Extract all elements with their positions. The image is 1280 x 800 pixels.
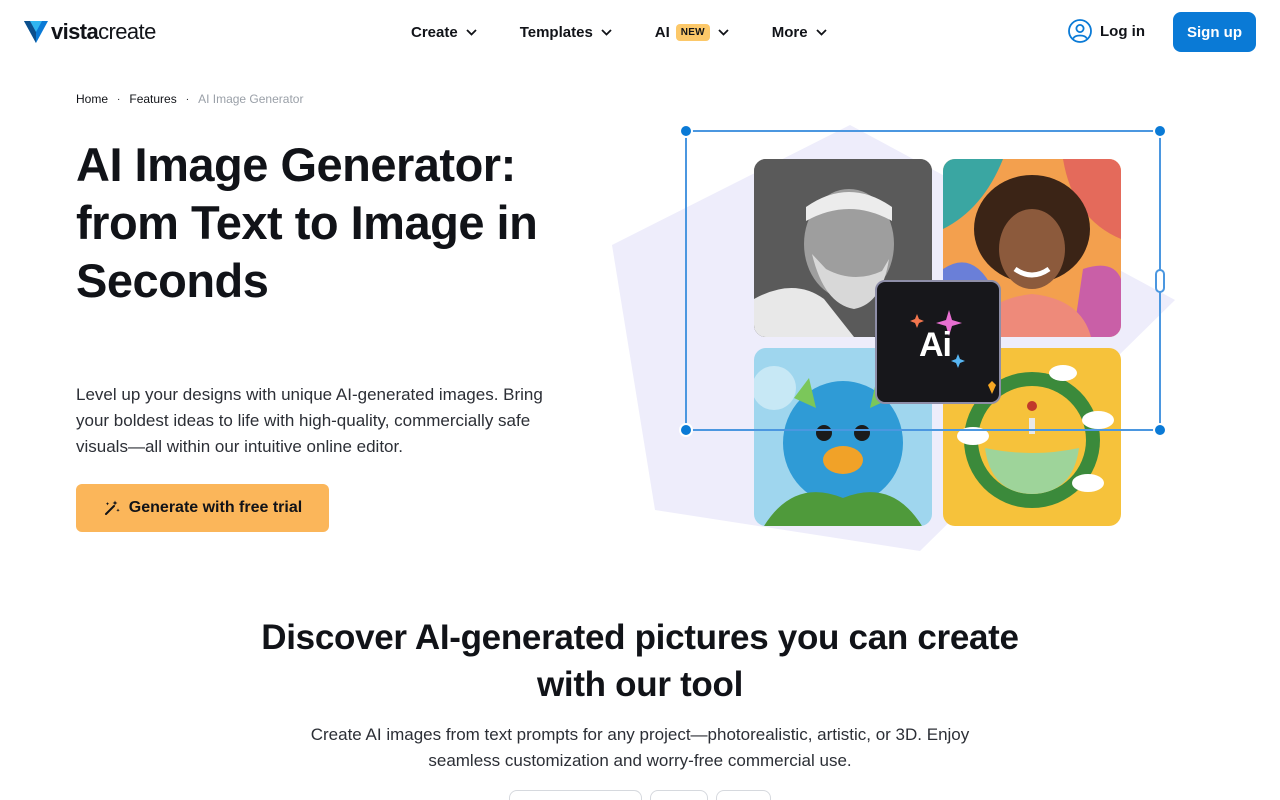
vistacreate-logo[interactable]: vistacreate (24, 19, 156, 45)
ai-tile-text: Ai (919, 326, 952, 364)
chevron-down-icon (815, 28, 827, 36)
login-label: Log in (1100, 22, 1145, 40)
logo-text: vistacreate (51, 19, 156, 44)
breadcrumb: Home · Features · AI Image Generator (76, 92, 303, 106)
magic-wand-icon (104, 500, 120, 515)
chevron-down-icon (718, 28, 729, 36)
nav-more[interactable]: More (772, 21, 827, 43)
site-header: vistacreate Create Templates AI NEW More… (0, 0, 1280, 64)
hero-illustration: Ai (600, 110, 1200, 570)
cta-label: Generate with free trial (128, 499, 303, 516)
breadcrumb-home[interactable]: Home (76, 92, 108, 106)
breadcrumb-separator: · (117, 93, 121, 105)
nav-templates-label: Templates (519, 23, 593, 41)
breadcrumb-features[interactable]: Features (129, 92, 176, 106)
category-tabs (509, 790, 779, 800)
nav-create[interactable]: Create (411, 21, 477, 43)
nav-ai[interactable]: AI NEW (655, 21, 729, 43)
login-link[interactable]: Log in (1068, 19, 1145, 43)
chevron-down-icon (466, 28, 477, 36)
category-tab[interactable] (509, 790, 642, 800)
ai-generator-tile: Ai (875, 280, 1001, 404)
section-title: Discover AI-generated pictures you can c… (261, 618, 1019, 704)
category-tab[interactable] (716, 790, 771, 800)
logo-mark-icon (24, 21, 48, 43)
hero-description: Level up your designs with unique AI-gen… (76, 385, 543, 456)
nav-templates[interactable]: Templates (520, 21, 612, 43)
page-title: AI Image Generator: from Text to Image i… (76, 138, 538, 307)
nav-create-label: Create (411, 23, 458, 41)
generate-free-trial-button[interactable]: Generate with free trial (76, 484, 329, 532)
user-icon (1068, 19, 1092, 43)
chevron-down-icon (601, 28, 612, 36)
new-badge: NEW (675, 23, 710, 41)
category-tab[interactable] (650, 790, 708, 800)
section-description: Create AI images from text prompts for a… (310, 725, 970, 770)
breadcrumb-current: AI Image Generator (198, 92, 304, 106)
nav-ai-label: AI (654, 23, 670, 41)
signup-button[interactable]: Sign up (1173, 12, 1256, 52)
breadcrumb-separator: · (185, 93, 190, 105)
main-nav: Create Templates AI NEW More (411, 21, 870, 43)
nav-more-label: More (771, 23, 808, 41)
